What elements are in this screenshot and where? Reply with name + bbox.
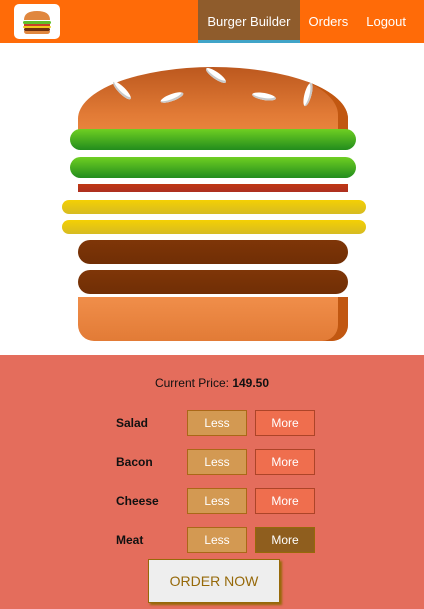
price-value: 149.50 xyxy=(232,376,270,390)
control-label: Salad xyxy=(116,416,149,430)
cheese-less-button[interactable]: Less xyxy=(187,488,247,514)
control-row-bacon: Bacon Less More xyxy=(116,449,315,475)
seed-icon xyxy=(111,79,133,102)
ingredient-cheese xyxy=(62,200,366,214)
ingredient-salad xyxy=(70,157,356,178)
ingredient-meat xyxy=(78,240,348,264)
meat-less-button[interactable]: Less xyxy=(187,527,247,553)
burger-logo-icon[interactable] xyxy=(14,4,60,39)
ingredient-bacon xyxy=(78,184,348,192)
order-now-button[interactable]: ORDER NOW xyxy=(148,559,280,603)
bacon-less-button[interactable]: Less xyxy=(187,449,247,475)
seed-icon xyxy=(204,65,228,86)
build-controls: Current Price: 149.50 Salad Less More Ba… xyxy=(0,355,424,609)
salad-more-button[interactable]: More xyxy=(255,410,315,436)
nav-logout[interactable]: Logout xyxy=(357,0,424,43)
control-label: Meat xyxy=(116,533,144,547)
control-row-meat: Meat Less More xyxy=(116,527,315,553)
bread-bottom xyxy=(78,297,348,341)
toolbar: Burger Builder Orders Logout xyxy=(0,0,424,43)
salad-less-button[interactable]: Less xyxy=(187,410,247,436)
nav-burger-builder[interactable]: Burger Builder xyxy=(198,0,300,43)
control-row-cheese: Cheese Less More xyxy=(116,488,315,514)
main-nav: Burger Builder Orders Logout xyxy=(198,0,424,43)
bacon-more-button[interactable]: More xyxy=(255,449,315,475)
seed-icon xyxy=(251,90,277,103)
cheese-more-button[interactable]: More xyxy=(255,488,315,514)
ingredient-cheese xyxy=(62,220,366,234)
burger-preview xyxy=(0,43,424,355)
control-label: Cheese xyxy=(116,494,159,508)
seed-icon xyxy=(159,90,185,105)
ingredient-meat xyxy=(78,270,348,294)
price-label: Current Price: xyxy=(154,376,229,390)
control-label: Bacon xyxy=(116,455,153,469)
meat-more-button[interactable]: More xyxy=(255,527,315,553)
current-price: Current Price: 149.50 xyxy=(0,376,424,390)
ingredient-salad xyxy=(70,129,356,150)
nav-orders[interactable]: Orders xyxy=(300,0,358,43)
seed-icon xyxy=(301,82,315,107)
control-row-salad: Salad Less More xyxy=(116,410,315,436)
